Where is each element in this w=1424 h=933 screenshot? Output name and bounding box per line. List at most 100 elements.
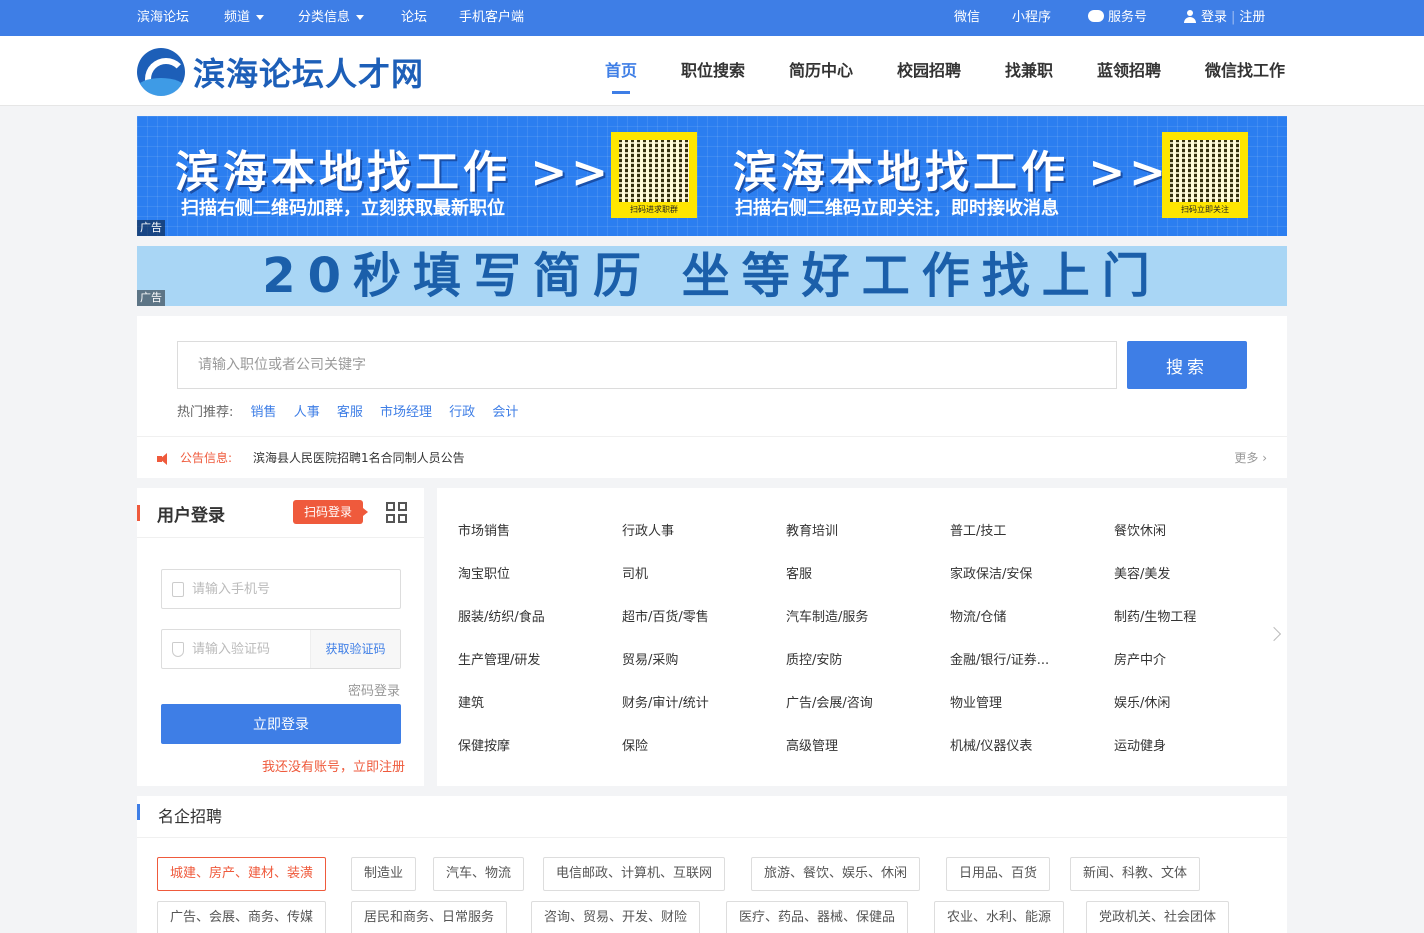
- industry-tag[interactable]: 党政机关、社会团体: [1086, 901, 1230, 933]
- category-item[interactable]: 客服: [786, 563, 812, 582]
- category-item[interactable]: 餐饮休闲: [1114, 520, 1166, 539]
- topbar-service-label: 服务号: [1108, 10, 1148, 25]
- hot-keyword[interactable]: 市场经理: [380, 405, 432, 420]
- category-item[interactable]: 生产管理/研发: [458, 649, 540, 668]
- qr-caption-left: 扫码进求职群: [630, 205, 678, 214]
- category-item[interactable]: 服装/纺织/食品: [458, 606, 545, 625]
- hot-keyword[interactable]: 销售: [251, 405, 277, 420]
- get-code-button[interactable]: 获取验证码: [310, 630, 400, 668]
- category-item[interactable]: 制药/生物工程: [1114, 606, 1196, 625]
- hot-keyword[interactable]: 客服: [337, 405, 363, 420]
- industry-tag[interactable]: 咨询、贸易、开发、财险: [531, 901, 701, 933]
- category-item[interactable]: 家政保洁/安保: [950, 563, 1032, 582]
- category-item[interactable]: 广告/会展/咨询: [786, 692, 873, 711]
- nav-job-search[interactable]: 职位搜索: [681, 36, 745, 106]
- topbar-link-wechat[interactable]: 微信: [954, 0, 980, 36]
- banner-left-title: 滨海本地找工作 >>>: [175, 147, 653, 198]
- hot-keyword[interactable]: 人事: [294, 405, 320, 420]
- nav-resume-center[interactable]: 简历中心: [789, 36, 853, 106]
- search-input[interactable]: [177, 341, 1117, 389]
- category-item[interactable]: 保健按摩: [458, 735, 510, 754]
- chevron-right-icon[interactable]: [1266, 626, 1282, 642]
- topbar-login-link[interactable]: 登录: [1201, 10, 1227, 25]
- shield-icon: [172, 642, 184, 657]
- login-panel: 用户登录 扫码登录 获取验证码 密码登录 立即登录 我还没有账号，立即注册: [137, 488, 424, 786]
- category-item[interactable]: 建筑: [458, 692, 484, 711]
- site-logo[interactable]: 滨海论坛人才网: [137, 48, 424, 96]
- search-panel: 搜索 热门推荐: 销售 人事 客服 市场经理 行政 会计: [137, 316, 1287, 436]
- phone-field: [161, 569, 401, 609]
- scan-login-button[interactable]: 扫码登录: [293, 500, 369, 524]
- industry-tag[interactable]: 新闻、科教、文体: [1070, 857, 1201, 891]
- hot-keyword[interactable]: 会计: [492, 405, 518, 420]
- topbar-link-mobile-app[interactable]: 手机客户端: [459, 0, 524, 36]
- category-item[interactable]: 金融/银行/证券...: [950, 649, 1049, 668]
- category-item[interactable]: 司机: [622, 563, 648, 582]
- category-item[interactable]: 高级管理: [786, 735, 838, 754]
- category-item[interactable]: 物流/仓储: [950, 606, 1006, 625]
- login-header: 用户登录 扫码登录: [137, 488, 424, 538]
- wechat-icon: [1088, 10, 1104, 22]
- industry-tag[interactable]: 农业、水利、能源: [934, 901, 1065, 933]
- industry-tag[interactable]: 旅游、餐饮、娱乐、休闲: [751, 857, 921, 891]
- phone-input[interactable]: [192, 570, 312, 608]
- notice-link[interactable]: 滨海县人民医院招聘1名合同制人员公告: [253, 437, 465, 479]
- banner-resume-text: 20秒填写简历 坐等好工作找上门: [262, 248, 1162, 304]
- ad-tag: 广告: [137, 220, 165, 236]
- qr-code-icon: 扫码进求职群: [611, 132, 697, 218]
- banner-right-subtitle: 扫描右侧二维码立即关注，即时接收消息: [735, 198, 1059, 219]
- logo-wave-icon: [137, 48, 185, 96]
- industry-tag[interactable]: 广告、会展、商务、传媒: [157, 901, 327, 933]
- category-item[interactable]: 质控/安防: [786, 649, 842, 668]
- nav-blue-collar[interactable]: 蓝领招聘: [1097, 36, 1161, 106]
- category-item[interactable]: 美容/美发: [1114, 563, 1170, 582]
- password-login-link[interactable]: 密码登录: [348, 680, 400, 699]
- category-item[interactable]: 淘宝职位: [458, 563, 510, 582]
- ad-banner-resume[interactable]: 20秒填写简历 坐等好工作找上门 广告: [137, 246, 1287, 306]
- topbar-register-link[interactable]: 注册: [1239, 10, 1265, 25]
- qr-code-icon[interactable]: [386, 502, 408, 524]
- category-item[interactable]: 贸易/采购: [622, 649, 678, 668]
- category-item[interactable]: 教育培训: [786, 520, 838, 539]
- topbar-menu-channel[interactable]: 频道: [224, 0, 265, 36]
- category-item[interactable]: 超市/百货/零售: [622, 606, 709, 625]
- category-item[interactable]: 娱乐/休闲: [1114, 692, 1170, 711]
- verification-code-input[interactable]: [192, 630, 312, 668]
- topbar-link-miniprogram[interactable]: 小程序: [1012, 0, 1051, 36]
- category-item[interactable]: 房产中介: [1114, 649, 1166, 668]
- notice-label: 公告信息:: [180, 451, 233, 465]
- topbar-link-forum-home[interactable]: 滨海论坛: [137, 0, 189, 36]
- industry-tag[interactable]: 居民和商务、日常服务: [351, 901, 508, 933]
- category-item[interactable]: 财务/审计/统计: [622, 692, 709, 711]
- nav-wechat-jobs[interactable]: 微信找工作: [1205, 36, 1285, 106]
- nav-part-time[interactable]: 找兼职: [1005, 36, 1053, 106]
- category-item[interactable]: 行政人事: [622, 520, 674, 539]
- industry-tag[interactable]: 城建、房产、建材、装潢: [157, 857, 327, 891]
- industry-tag[interactable]: 汽车、物流: [433, 857, 525, 891]
- topbar-link-forum[interactable]: 论坛: [401, 0, 427, 36]
- chevron-down-icon: [356, 15, 365, 20]
- category-item[interactable]: 运动健身: [1114, 735, 1166, 754]
- topbar-link-service-account[interactable]: 服务号: [1088, 0, 1147, 36]
- category-item[interactable]: 物业管理: [950, 692, 1002, 711]
- search-button[interactable]: 搜索: [1127, 341, 1247, 389]
- hot-keyword[interactable]: 行政: [449, 405, 475, 420]
- ad-banner-wechat-group[interactable]: 滨海本地找工作 >>> 扫描右侧二维码加群，立刻获取最新职位 扫码进求职群 滨海…: [137, 116, 1287, 236]
- topbar-menu-classifieds[interactable]: 分类信息: [298, 0, 365, 36]
- industry-tag[interactable]: 电信邮政、计算机、互联网: [543, 857, 726, 891]
- industry-tag[interactable]: 医疗、药品、器械、保健品: [726, 901, 909, 933]
- register-link[interactable]: 我还没有账号，立即注册: [262, 756, 405, 775]
- category-item[interactable]: 汽车制造/服务: [786, 606, 868, 625]
- industry-tag[interactable]: 日用品、百货: [946, 857, 1051, 891]
- nav-campus[interactable]: 校园招聘: [897, 36, 961, 106]
- phone-icon: [172, 582, 184, 597]
- notice-more-link[interactable]: 更多 ›: [1234, 437, 1267, 479]
- login-button[interactable]: 立即登录: [161, 704, 401, 744]
- topbar-classifieds-label: 分类信息: [298, 10, 351, 25]
- category-item[interactable]: 市场销售: [458, 520, 510, 539]
- industry-tag[interactable]: 制造业: [351, 857, 417, 891]
- nav-home[interactable]: 首页: [605, 36, 637, 106]
- category-item[interactable]: 普工/技工: [950, 520, 1006, 539]
- category-item[interactable]: 机械/仪器仪表: [950, 735, 1032, 754]
- category-item[interactable]: 保险: [622, 735, 648, 754]
